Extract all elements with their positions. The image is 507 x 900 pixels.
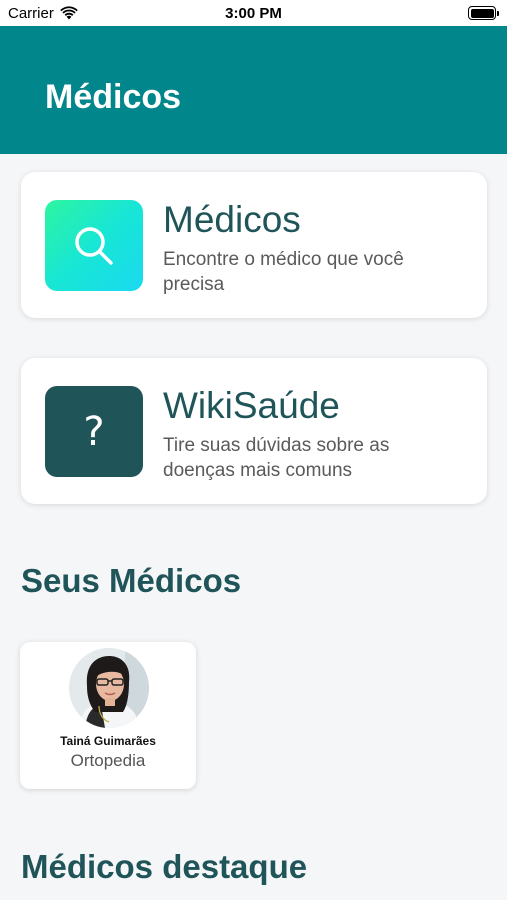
status-left: Carrier bbox=[8, 5, 78, 22]
section-title-featured: Médicos destaque bbox=[21, 848, 308, 885]
doctor-specialty: Ortopedia bbox=[70, 751, 146, 770]
wifi-icon bbox=[60, 6, 78, 20]
card-subtitle: Tire suas dúvidas sobre as doenças mais … bbox=[163, 435, 390, 481]
page-title: Médicos bbox=[45, 78, 182, 116]
find-doctor-icon-tile bbox=[45, 200, 143, 291]
doctor-card[interactable]: Tainá Guimarães Ortopedia bbox=[20, 642, 196, 789]
wikisaude-icon-tile: ? bbox=[45, 386, 143, 477]
doctor-name: Tainá Guimarães bbox=[60, 734, 156, 748]
card-subtitle: Encontre o médico que você precisa bbox=[163, 249, 404, 295]
avatar bbox=[69, 648, 149, 728]
wikisaude-card[interactable]: ? WikiSaúde Tire suas dúvidas sobre as d… bbox=[21, 358, 487, 504]
app-header: Médicos bbox=[0, 26, 507, 154]
card-title: Médicos bbox=[163, 199, 301, 240]
section-title-my-doctors: Seus Médicos bbox=[21, 562, 242, 599]
find-doctor-card[interactable]: Médicos Encontre o médico que você preci… bbox=[21, 172, 487, 318]
carrier-label: Carrier bbox=[8, 4, 54, 22]
card-title: WikiSaúde bbox=[163, 385, 340, 426]
question-mark-icon: ? bbox=[83, 408, 105, 455]
battery-icon bbox=[468, 6, 499, 20]
status-bar: Carrier 3:00 PM bbox=[0, 0, 507, 26]
search-icon bbox=[75, 226, 113, 265]
doctor-photo bbox=[69, 648, 149, 728]
